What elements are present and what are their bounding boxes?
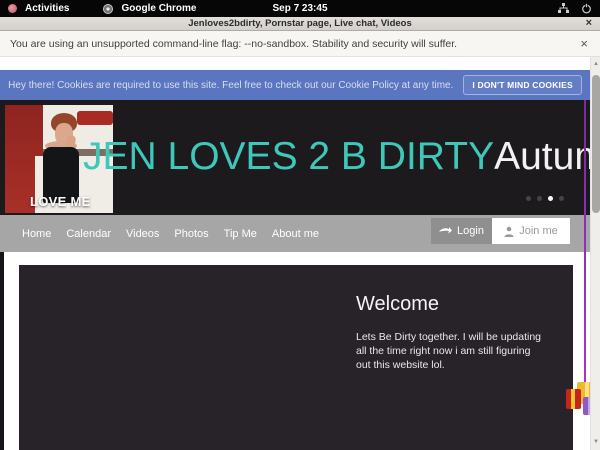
clock[interactable]: Sep 7 23:45	[0, 3, 600, 14]
hero-carousel: LOVE ME JEN LOVES 2 B DIRTY Autumn	[0, 100, 590, 215]
site-body-edge	[0, 252, 4, 450]
carousel-dot-2[interactable]	[537, 196, 542, 201]
nav-item-tip-me[interactable]: Tip Me	[224, 228, 257, 240]
site-title-accent: Autumn	[494, 135, 590, 179]
window-title: Jenloves2bdirty, Pornstar page, Live cha…	[188, 18, 412, 29]
join-me-button[interactable]: Join me	[492, 218, 570, 244]
welcome-panel: Welcome Lets Be Dirty together. I will b…	[19, 265, 573, 450]
carousel-dots	[526, 196, 564, 201]
infobar-message: You are using an unsupported command-lin…	[10, 38, 457, 50]
nav-item-photos[interactable]: Photos	[174, 228, 208, 240]
chrome-infobar: You are using an unsupported command-lin…	[0, 31, 600, 57]
site-title-main: JEN LOVES 2 B DIRTY	[83, 135, 494, 179]
nav-item-about-me[interactable]: About me	[272, 228, 319, 240]
desktop-top-bar: Activities Google Chrome Sep 7 23:45	[0, 0, 600, 17]
join-me-label: Join me	[519, 225, 558, 237]
login-arrow-icon	[439, 227, 452, 236]
window-close-icon[interactable]: ×	[586, 17, 592, 31]
cookie-consent-bar: Hey there! Cookies are required to use t…	[0, 70, 590, 100]
welcome-heading: Welcome	[356, 293, 546, 316]
cookie-accept-button[interactable]: I DON'T MIND COOKIES	[463, 75, 581, 95]
site-nav-bar: Home Calendar Videos Photos Tip Me About…	[0, 215, 590, 252]
browser-viewport: Hey there! Cookies are required to use t…	[0, 57, 600, 450]
gift-box-red	[566, 389, 581, 409]
nav-item-calendar[interactable]: Calendar	[66, 228, 111, 240]
scrollbar-down-icon[interactable]: ▼	[591, 437, 600, 448]
welcome-text: Lets Be Dirty together. I will be updati…	[356, 330, 546, 373]
window-title-bar: Jenloves2bdirty, Pornstar page, Live cha…	[0, 17, 600, 31]
person-icon	[504, 226, 514, 237]
site-title: JEN LOVES 2 B DIRTY Autumn	[83, 114, 590, 200]
nav-item-home[interactable]: Home	[22, 228, 51, 240]
carousel-dot-4[interactable]	[559, 196, 564, 201]
carousel-dot-1[interactable]	[526, 196, 531, 201]
power-icon[interactable]	[581, 3, 592, 14]
gift-string-decoration	[584, 100, 586, 382]
page-content: Welcome Lets Be Dirty together. I will b…	[0, 252, 590, 450]
login-label: Login	[457, 225, 484, 237]
nav-item-videos[interactable]: Videos	[126, 228, 159, 240]
infobar-close-icon[interactable]: ×	[580, 36, 588, 51]
scrollbar-thumb[interactable]	[592, 75, 600, 213]
cookie-message: Hey there! Cookies are required to use t…	[8, 80, 453, 91]
network-icon[interactable]	[558, 3, 569, 14]
scrollbar-up-icon[interactable]: ▲	[591, 59, 600, 70]
photo-caption: LOVE ME	[30, 194, 91, 209]
carousel-dot-3-active[interactable]	[548, 196, 553, 201]
login-button[interactable]: Login	[431, 218, 492, 244]
page-scrollbar[interactable]: ▲ ▼	[590, 57, 600, 450]
